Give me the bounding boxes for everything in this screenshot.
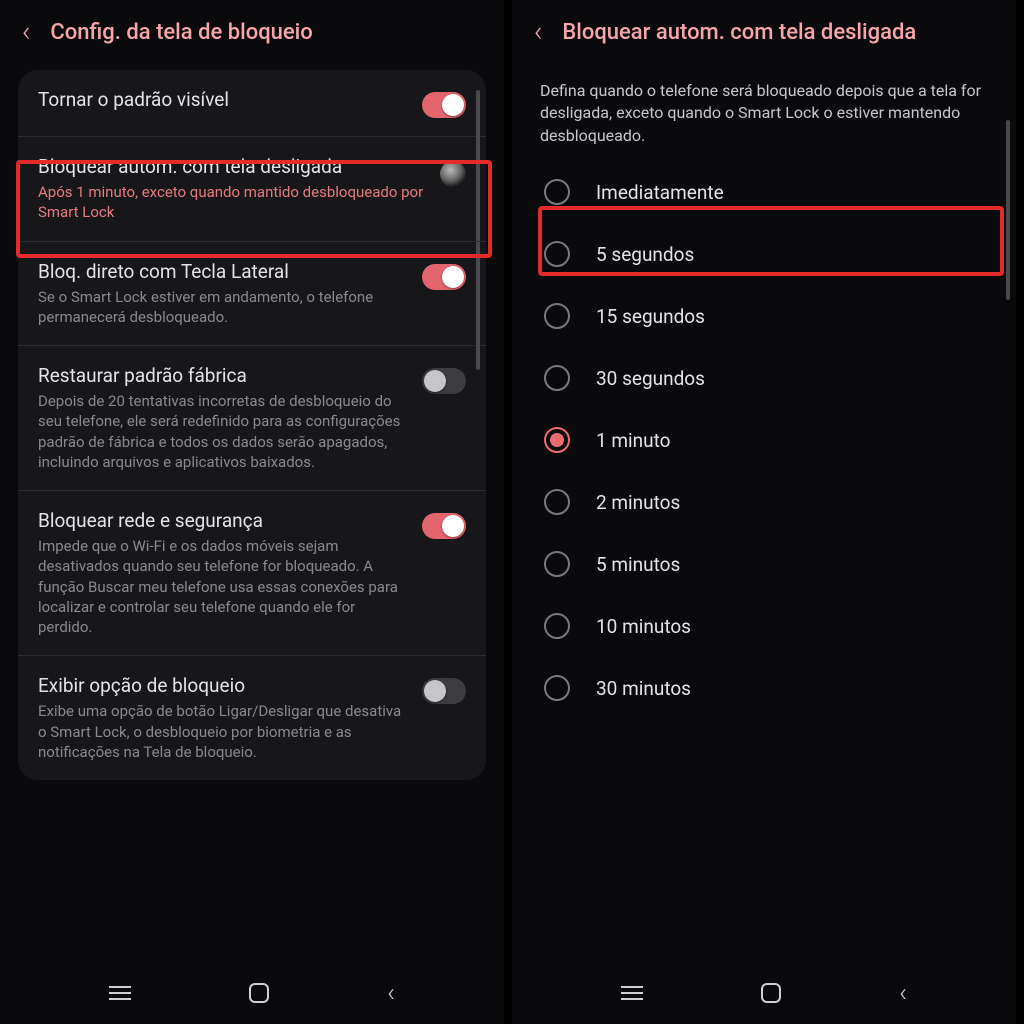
back-nav-icon[interactable]: ‹: [387, 978, 395, 1008]
radio-label: Imediatamente: [596, 181, 724, 204]
pattern-visible-toggle[interactable]: [422, 92, 466, 118]
radio-icon[interactable]: [544, 241, 570, 267]
option-2-minutes[interactable]: 2 minutos: [512, 471, 1016, 533]
radio-label: 15 segundos: [596, 305, 705, 328]
auto-lock-options-screen: ‹ Bloquear autom. com tela desligada Def…: [508, 0, 1016, 1024]
radio-icon[interactable]: [544, 675, 570, 701]
radio-label: 5 minutos: [596, 553, 680, 576]
setting-subtitle: Se o Smart Lock estiver em andamento, o …: [38, 287, 408, 328]
settings-card: Tornar o padrão visível Bloquear autom. …: [18, 70, 486, 780]
radio-icon[interactable]: [544, 365, 570, 391]
radio-icon[interactable]: [544, 489, 570, 515]
setting-subtitle: Após 1 minuto, exceto quando mantido des…: [38, 182, 426, 223]
header: ‹ Bloquear autom. com tela desligada: [512, 0, 1016, 58]
page-title: Config. da tela de bloqueio: [50, 20, 312, 45]
scrollbar-indicator[interactable]: [1006, 120, 1010, 300]
side-key-lock-toggle[interactable]: [422, 264, 466, 290]
setting-title: Exibir opção de bloqueio: [38, 674, 408, 697]
radio-label: 30 minutos: [596, 677, 691, 700]
option-5-seconds[interactable]: 5 segundos: [512, 223, 1016, 285]
option-10-minutes[interactable]: 10 minutos: [512, 595, 1016, 657]
home-icon[interactable]: [249, 983, 269, 1003]
option-30-seconds[interactable]: 30 segundos: [512, 347, 1016, 409]
setting-title: Bloq. direto com Tecla Lateral: [38, 260, 408, 283]
radio-label: 2 minutos: [596, 491, 680, 514]
radio-icon[interactable]: [544, 303, 570, 329]
setting-title: Bloquear rede e segurança: [38, 509, 408, 532]
pattern-visible-row[interactable]: Tornar o padrão visível: [18, 70, 486, 137]
option-1-minute[interactable]: 1 minuto: [512, 409, 1016, 471]
recents-icon[interactable]: [109, 986, 131, 1000]
radio-icon-selected[interactable]: [544, 427, 570, 453]
factory-reset-toggle[interactable]: [422, 368, 466, 394]
radio-label: 30 segundos: [596, 367, 705, 390]
setting-subtitle: Impede que o Wi-Fi e os dados móveis sej…: [38, 536, 408, 637]
option-immediately[interactable]: Imediatamente: [512, 161, 1016, 223]
show-lock-option-row[interactable]: Exibir opção de bloqueio Exibe uma opção…: [18, 656, 486, 780]
setting-title: Bloquear autom. com tela desligada: [38, 155, 426, 178]
back-nav-icon[interactable]: ‹: [899, 978, 907, 1008]
radio-label: 1 minuto: [596, 429, 671, 452]
factory-reset-row[interactable]: Restaurar padrão fábrica Depois de 20 te…: [18, 346, 486, 491]
setting-subtitle: Depois de 20 tentativas incorretas de de…: [38, 391, 408, 472]
navigation-bar: ‹: [0, 972, 504, 1024]
radio-label: 10 minutos: [596, 615, 691, 638]
header: ‹ Config. da tela de bloqueio: [0, 0, 504, 58]
radio-options-list: Imediatamente 5 segundos 15 segundos 30 …: [512, 155, 1016, 719]
back-icon[interactable]: ‹: [22, 18, 30, 46]
setting-title: Restaurar padrão fábrica: [38, 364, 408, 387]
network-security-row[interactable]: Bloquear rede e segurança Impede que o W…: [18, 491, 486, 656]
page-title: Bloquear autom. com tela desligada: [562, 20, 916, 45]
show-lock-option-toggle[interactable]: [422, 678, 466, 704]
setting-subtitle: Exibe uma opção de botão Ligar/Desligar …: [38, 701, 408, 762]
loading-icon: [440, 161, 466, 187]
setting-title: Tornar o padrão visível: [38, 88, 408, 111]
option-5-minutes[interactable]: 5 minutos: [512, 533, 1016, 595]
radio-label: 5 segundos: [596, 243, 694, 266]
radio-icon[interactable]: [544, 613, 570, 639]
radio-icon[interactable]: [544, 551, 570, 577]
navigation-bar: ‹: [512, 972, 1016, 1024]
option-15-seconds[interactable]: 15 segundos: [512, 285, 1016, 347]
settings-screen-lockscreen: ‹ Config. da tela de bloqueio Tornar o p…: [0, 0, 508, 1024]
side-key-lock-row[interactable]: Bloq. direto com Tecla Lateral Se o Smar…: [18, 242, 486, 347]
auto-lock-row[interactable]: Bloquear autom. com tela desligada Após …: [18, 137, 486, 242]
network-security-toggle[interactable]: [422, 513, 466, 539]
recents-icon[interactable]: [621, 986, 643, 1000]
home-icon[interactable]: [761, 983, 781, 1003]
description-text: Defina quando o telefone será bloqueado …: [512, 58, 1016, 155]
radio-icon[interactable]: [544, 179, 570, 205]
option-30-minutes[interactable]: 30 minutos: [512, 657, 1016, 719]
back-icon[interactable]: ‹: [534, 18, 542, 46]
